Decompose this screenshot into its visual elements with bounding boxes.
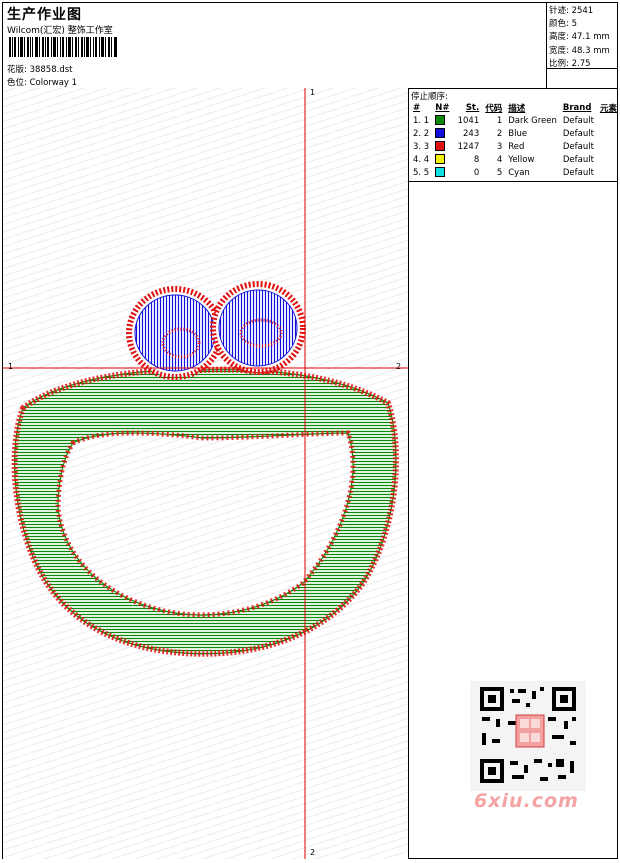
site-watermark: 6xiu.com xyxy=(474,790,579,812)
design-file-line: 花版: 38858.dst xyxy=(7,63,72,75)
col-stitches: St. xyxy=(465,102,480,113)
crosshair-label-top: 1 xyxy=(310,88,316,97)
row-swatch: 1041 xyxy=(432,114,482,127)
colorway-value: Colorway 1 xyxy=(29,78,78,88)
table-row[interactable]: 3. 3 1247 3 Red Default xyxy=(410,140,620,153)
color-swatch-icon xyxy=(435,167,446,178)
colorway-line: 色位: Colorway 1 xyxy=(7,76,77,88)
panel-divider xyxy=(408,88,409,859)
row-code: 1 xyxy=(496,115,503,126)
col-element: 元素 xyxy=(599,103,617,114)
row-code: 2 xyxy=(496,128,503,139)
colorway-label: 色位: xyxy=(7,78,27,88)
table-header-row: # N# St. 代码 描述 Brand 元素 xyxy=(410,101,620,114)
row-code: 5 xyxy=(496,167,503,178)
embroidery-artwork xyxy=(3,88,408,859)
row-element xyxy=(597,114,620,127)
design-file-value: 38858.dst xyxy=(29,65,73,75)
row-index: 2. 2 xyxy=(413,128,430,139)
table-bottom-divider xyxy=(408,181,618,182)
color-swatch-icon xyxy=(435,115,446,126)
row-brand: Default xyxy=(562,128,594,139)
row-element xyxy=(597,166,620,179)
row-brand: Default xyxy=(562,154,594,165)
color-swatch-icon xyxy=(435,128,446,139)
table-row[interactable]: 2. 2 243 2 Blue Default xyxy=(410,127,620,140)
stats-divider xyxy=(546,2,547,88)
barcode xyxy=(9,37,117,57)
col-description: 描述 xyxy=(508,103,526,114)
row-description: Yellow xyxy=(508,154,535,165)
stats-bottom-divider xyxy=(546,68,618,69)
row-swatch: 8 xyxy=(432,153,482,166)
row-swatch: 0 xyxy=(432,166,482,179)
crosshair-label-bottom: 2 xyxy=(310,848,316,857)
row-stitches: 8 xyxy=(473,154,480,165)
row-index: 1. 1 xyxy=(413,115,430,126)
row-description: Blue xyxy=(508,128,528,139)
color-swatch-icon xyxy=(435,141,446,152)
stat-colors: 颜色: 5 xyxy=(549,19,577,30)
page-title: 生产作业图 xyxy=(7,7,82,23)
stat-height: 高度: 47.1 mm xyxy=(549,32,610,43)
design-file-label: 花版: xyxy=(7,65,27,75)
row-swatch: 1247 xyxy=(432,140,482,153)
left-eye xyxy=(126,286,224,380)
right-eye xyxy=(210,281,306,375)
row-brand: Default xyxy=(562,115,594,126)
row-index: 3. 3 xyxy=(413,141,430,152)
table-row[interactable]: 4. 4 8 4 Yellow Default xyxy=(410,153,620,166)
row-stitches: 1041 xyxy=(457,115,480,126)
col-brand: Brand xyxy=(562,102,592,113)
row-brand: Default xyxy=(562,167,594,178)
embroidery-preview[interactable]: 1 2 1 2 xyxy=(3,88,408,859)
qr-code xyxy=(470,681,586,791)
row-index: 5. 5 xyxy=(413,167,430,178)
row-stitches: 0 xyxy=(473,167,480,178)
row-element xyxy=(597,153,620,166)
stat-stitches: 针迹: 2541 xyxy=(549,6,594,16)
stat-width: 宽度: 48.3 mm xyxy=(549,45,610,56)
row-stitches: 1247 xyxy=(457,141,480,152)
row-description: Dark Green xyxy=(508,115,557,126)
crosshair-label-left: 1 xyxy=(8,362,14,371)
row-swatch: 243 xyxy=(432,127,482,140)
table-row[interactable]: 1. 1 1041 1 Dark Green Default xyxy=(410,114,620,127)
row-element xyxy=(597,140,620,153)
row-description: Red xyxy=(508,141,525,152)
color-swatch-icon xyxy=(435,154,446,165)
stats-panel: 针迹: 2541 颜色: 5 高度: 47.1 mm 宽度: 48.3 mm 比… xyxy=(549,5,610,71)
col-code: 代码 xyxy=(485,103,503,114)
color-sequence-table: # N# St. 代码 描述 Brand 元素 1. 1 1041 1 Dark Gr… xyxy=(410,101,620,179)
row-code: 3 xyxy=(496,141,503,152)
row-description: Cyan xyxy=(508,167,530,178)
row-index: 4. 4 xyxy=(413,154,430,165)
stat-scale: 比例: 2.75 xyxy=(549,58,591,69)
row-code: 4 xyxy=(496,154,503,165)
crosshair-label-right: 2 xyxy=(396,362,402,371)
row-stitches: 243 xyxy=(463,128,480,139)
row-element xyxy=(597,127,620,140)
col-index: # xyxy=(413,102,421,113)
table-row[interactable]: 5. 5 0 5 Cyan Default xyxy=(410,166,620,179)
company-name: Wilcom(汇宏) 整饰工作室 xyxy=(7,26,113,36)
col-number: N# xyxy=(435,102,450,113)
row-brand: Default xyxy=(562,141,594,152)
